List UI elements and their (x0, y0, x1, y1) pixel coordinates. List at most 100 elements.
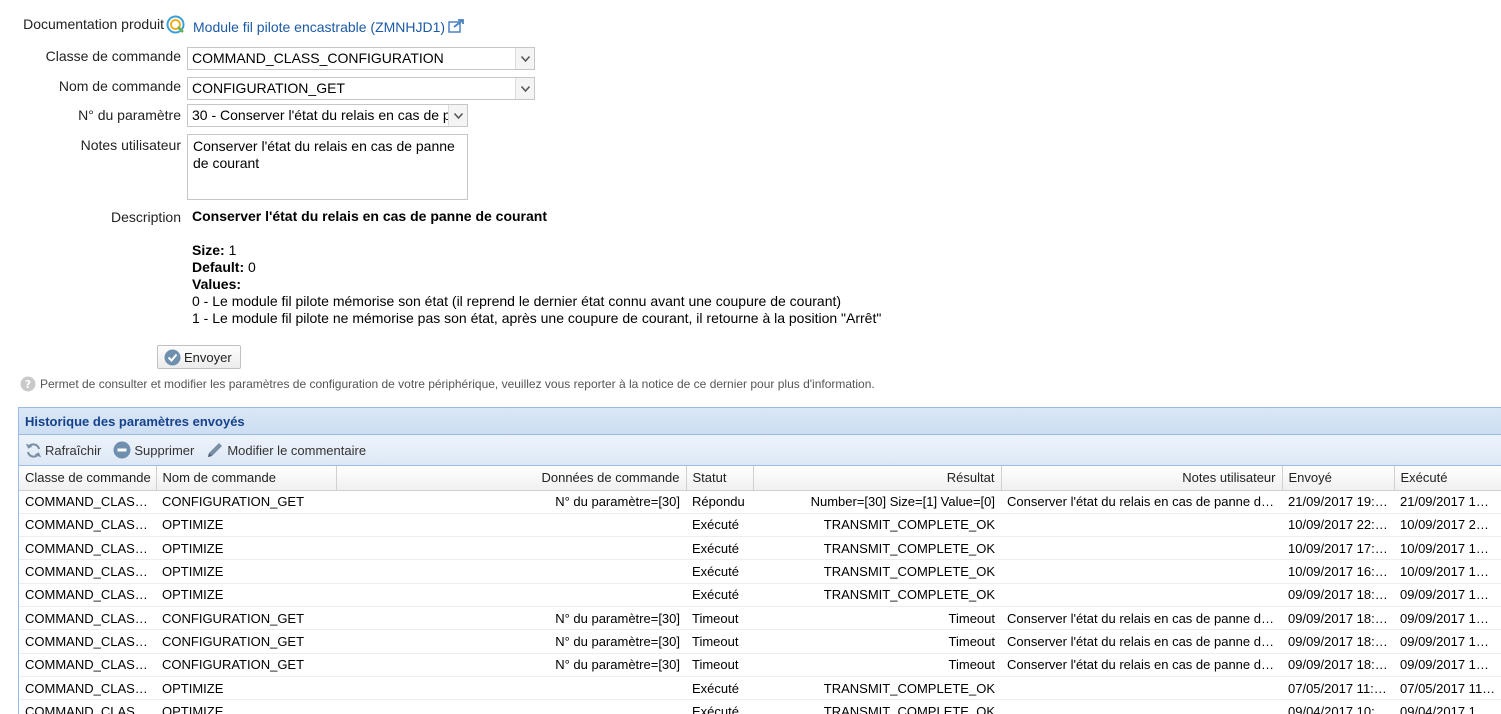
cell-sent: 10/09/2017 22:46 (1282, 513, 1394, 538)
size-label: Size: (192, 242, 225, 258)
col-header-status[interactable]: Statut (686, 466, 754, 491)
cell-status: Exécuté (686, 536, 753, 561)
chevron-down-icon[interactable] (448, 105, 467, 126)
command-name-select[interactable]: CONFIGURATION_GET (187, 77, 535, 100)
pencil-icon (208, 443, 223, 457)
command-class-value: COMMAND_CLASS_CONFIGURATION (192, 50, 444, 66)
cell-result: Timeout (753, 606, 1001, 631)
col-header-data[interactable]: Données de commande (336, 466, 687, 491)
cell-status: Exécuté (686, 513, 753, 538)
table-row[interactable]: COMMAND_CLASS_CONFIGURATIONCONFIGURATION… (19, 606, 1501, 631)
svg-text:?: ? (25, 378, 31, 391)
cell-executed: 09/09/2017 18:18 (1394, 653, 1501, 677)
cell-name: CONFIGURATION_GET (156, 629, 336, 654)
col-header-executed[interactable]: Exécuté (1394, 466, 1501, 491)
description-row: Description (0, 208, 187, 226)
cell-status: Exécuté (686, 699, 753, 714)
cell-notes: Conserver l'état du relais en cas de pan… (1001, 629, 1282, 654)
table-row[interactable]: COMMAND_CLASS_CONFIGURATIONOPTIMIZE Exécu… (19, 676, 1501, 701)
cell-executed: 10/09/2017 17:27 (1394, 536, 1501, 561)
cell-class: COMMAND_CLASS_CONFIGURATION (19, 583, 156, 607)
cell-notes (1001, 676, 1282, 701)
cell-data (336, 699, 686, 714)
col-header-result[interactable]: Résultat (753, 466, 1002, 491)
cell-executed: 10/09/2017 22:46 (1394, 513, 1501, 538)
history-body: COMMAND_CLASS_CONFIGURATIONCONFIGURATION… (19, 490, 1501, 714)
notes-textarea[interactable]: Conserver l'état du relais en cas de pan… (187, 134, 468, 200)
cell-data: N° du paramètre=[30] (336, 606, 686, 631)
cell-name: OPTIMIZE (156, 536, 336, 561)
minus-circle-icon (113, 441, 131, 459)
param-label: N° du paramètre (78, 107, 181, 123)
cell-notes (1001, 699, 1282, 714)
cell-notes (1001, 536, 1282, 561)
cell-class: COMMAND_CLASS_CONFIGURATION (19, 536, 156, 561)
cell-sent: 09/09/2017 18:18 (1282, 653, 1394, 677)
edit-comment-label: Modifier le commentaire (227, 442, 367, 458)
cell-name: OPTIMIZE (156, 513, 336, 538)
col-header-notes[interactable]: Notes utilisateur (1001, 466, 1283, 491)
cell-data (336, 583, 686, 607)
table-row[interactable]: COMMAND_CLASS_CONFIGURATIONCONFIGURATION… (19, 653, 1501, 677)
edit-comment-button[interactable]: Modifier le commentaire (206, 441, 366, 459)
cell-class: COMMAND_CLASS_CONFIGURATION (19, 606, 156, 631)
cell-data (336, 513, 686, 538)
table-row[interactable]: COMMAND_CLASS_CONFIGURATIONOPTIMIZE Exécu… (19, 583, 1501, 607)
table-row[interactable]: COMMAND_CLASS_CONFIGURATIONCONFIGURATION… (19, 490, 1501, 514)
cell-sent: 09/04/2017 10:43 (1282, 699, 1394, 714)
cell-status: Timeout (686, 653, 753, 677)
chevron-down-icon[interactable] (515, 78, 534, 99)
refresh-button[interactable]: Rafraîchir (25, 442, 101, 459)
doc-help-icon[interactable] (166, 15, 185, 34)
default-line: Default: 0 (192, 259, 881, 276)
cell-name: CONFIGURATION_GET (156, 490, 336, 514)
chevron-down-icon[interactable] (515, 48, 534, 69)
cell-sent: 21/09/2017 19:11 (1282, 490, 1394, 514)
cell-status: Timeout (686, 629, 753, 654)
cell-result: TRANSMIT_COMPLETE_OK (753, 559, 1001, 584)
param-select[interactable]: 30 - Conserver l'état du relais en cas d… (187, 104, 468, 127)
cell-name: OPTIMIZE (156, 583, 336, 607)
cell-result: Timeout (753, 629, 1001, 654)
cell-class: COMMAND_CLASS_CONFIGURATION (19, 699, 156, 714)
values-label: Values: (192, 276, 242, 292)
delete-button[interactable]: Supprimer (113, 441, 194, 459)
cell-name: OPTIMIZE (156, 676, 336, 701)
col-header-name[interactable]: Nom de commande (156, 466, 337, 491)
delete-label: Supprimer (134, 442, 195, 458)
cell-executed: 09/09/2017 18:23 (1394, 583, 1501, 607)
table-row[interactable]: COMMAND_CLASS_CONFIGURATIONOPTIMIZE Exécu… (19, 559, 1501, 584)
cell-data: N° du paramètre=[30] (336, 629, 686, 654)
send-button[interactable]: Envoyer (157, 345, 241, 369)
doc-label: Documentation produit (23, 16, 164, 32)
col-header-class[interactable]: Classe de commande (19, 466, 157, 491)
cell-class: COMMAND_CLASS_CONFIGURATION (19, 490, 156, 514)
cell-data (336, 536, 686, 561)
cell-data: N° du paramètre=[30] (336, 653, 686, 677)
command-name-label: Nom de commande (58, 78, 181, 94)
table-row[interactable]: COMMAND_CLASS_CONFIGURATIONOPTIMIZE Exécu… (19, 513, 1501, 538)
default-value: 0 (244, 259, 256, 275)
command-class-select[interactable]: COMMAND_CLASS_CONFIGURATION (187, 47, 535, 70)
size-value: 1 (224, 242, 237, 258)
cell-name: CONFIGURATION_GET (156, 653, 336, 677)
table-row[interactable]: COMMAND_CLASS_CONFIGURATIONCONFIGURATION… (19, 629, 1501, 654)
cell-executed: 10/09/2017 16:19 (1394, 559, 1501, 584)
refresh-label: Rafraîchir (45, 442, 102, 458)
external-link-icon[interactable] (448, 18, 465, 36)
cell-executed: 09/04/2017 10:43 (1394, 699, 1501, 714)
cell-name: OPTIMIZE (156, 699, 336, 714)
cell-notes (1001, 583, 1282, 607)
table-row[interactable]: COMMAND_CLASS_CONFIGURATIONOPTIMIZE Exécu… (19, 699, 1501, 714)
values-line: Values: (192, 276, 881, 293)
doc-row: Documentation produit Module fil pilote … (0, 15, 465, 36)
col-header-sent[interactable]: Envoyé (1282, 466, 1395, 491)
cell-result: Timeout (753, 653, 1001, 677)
command-name-row: Nom de commande CONFIGURATION_GET (0, 77, 535, 100)
check-circle-icon (164, 349, 181, 366)
doc-link[interactable]: Module fil pilote encastrable (ZMNHJD1) (193, 19, 445, 35)
command-class-row: Classe de commande COMMAND_CLASS_CONFIGU… (0, 47, 535, 70)
table-row[interactable]: COMMAND_CLASS_CONFIGURATIONOPTIMIZE Exécu… (19, 536, 1501, 561)
cell-status: Timeout (686, 606, 753, 631)
cell-executed: 21/09/2017 19:11 (1394, 490, 1501, 514)
